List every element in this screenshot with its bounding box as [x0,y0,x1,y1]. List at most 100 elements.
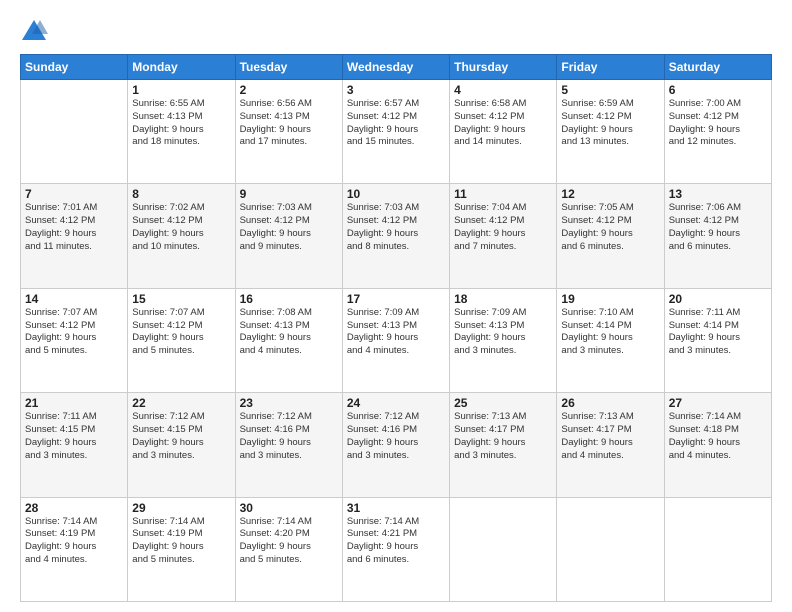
day-cell [557,497,664,601]
day-cell: 15Sunrise: 7:07 AM Sunset: 4:12 PM Dayli… [128,288,235,392]
day-cell: 25Sunrise: 7:13 AM Sunset: 4:17 PM Dayli… [450,393,557,497]
day-number: 4 [454,83,552,97]
day-info: Sunrise: 7:11 AM Sunset: 4:14 PM Dayligh… [669,307,767,358]
day-cell: 13Sunrise: 7:06 AM Sunset: 4:12 PM Dayli… [664,184,771,288]
weekday-header-friday: Friday [557,55,664,80]
day-info: Sunrise: 7:14 AM Sunset: 4:19 PM Dayligh… [25,516,123,567]
day-cell [664,497,771,601]
day-cell: 16Sunrise: 7:08 AM Sunset: 4:13 PM Dayli… [235,288,342,392]
day-info: Sunrise: 7:03 AM Sunset: 4:12 PM Dayligh… [240,202,338,253]
day-cell: 1Sunrise: 6:55 AM Sunset: 4:13 PM Daylig… [128,80,235,184]
week-row-3: 21Sunrise: 7:11 AM Sunset: 4:15 PM Dayli… [21,393,772,497]
day-number: 15 [132,292,230,306]
day-cell: 12Sunrise: 7:05 AM Sunset: 4:12 PM Dayli… [557,184,664,288]
day-info: Sunrise: 6:55 AM Sunset: 4:13 PM Dayligh… [132,98,230,149]
day-cell [21,80,128,184]
day-number: 25 [454,396,552,410]
day-number: 13 [669,187,767,201]
day-info: Sunrise: 7:06 AM Sunset: 4:12 PM Dayligh… [669,202,767,253]
day-cell: 8Sunrise: 7:02 AM Sunset: 4:12 PM Daylig… [128,184,235,288]
day-number: 21 [25,396,123,410]
day-number: 29 [132,501,230,515]
day-info: Sunrise: 7:13 AM Sunset: 4:17 PM Dayligh… [454,411,552,462]
day-number: 10 [347,187,445,201]
day-cell: 7Sunrise: 7:01 AM Sunset: 4:12 PM Daylig… [21,184,128,288]
logo [20,18,52,46]
day-cell: 5Sunrise: 6:59 AM Sunset: 4:12 PM Daylig… [557,80,664,184]
day-number: 12 [561,187,659,201]
day-number: 20 [669,292,767,306]
header [20,18,772,46]
day-number: 7 [25,187,123,201]
weekday-header-saturday: Saturday [664,55,771,80]
day-cell: 28Sunrise: 7:14 AM Sunset: 4:19 PM Dayli… [21,497,128,601]
day-cell: 19Sunrise: 7:10 AM Sunset: 4:14 PM Dayli… [557,288,664,392]
day-cell: 14Sunrise: 7:07 AM Sunset: 4:12 PM Dayli… [21,288,128,392]
day-number: 2 [240,83,338,97]
day-info: Sunrise: 7:14 AM Sunset: 4:18 PM Dayligh… [669,411,767,462]
day-info: Sunrise: 7:12 AM Sunset: 4:16 PM Dayligh… [240,411,338,462]
day-info: Sunrise: 7:07 AM Sunset: 4:12 PM Dayligh… [25,307,123,358]
day-number: 5 [561,83,659,97]
day-number: 19 [561,292,659,306]
day-cell: 17Sunrise: 7:09 AM Sunset: 4:13 PM Dayli… [342,288,449,392]
weekday-header-tuesday: Tuesday [235,55,342,80]
day-number: 16 [240,292,338,306]
day-cell: 20Sunrise: 7:11 AM Sunset: 4:14 PM Dayli… [664,288,771,392]
day-info: Sunrise: 7:13 AM Sunset: 4:17 PM Dayligh… [561,411,659,462]
day-info: Sunrise: 7:03 AM Sunset: 4:12 PM Dayligh… [347,202,445,253]
week-row-2: 14Sunrise: 7:07 AM Sunset: 4:12 PM Dayli… [21,288,772,392]
day-info: Sunrise: 7:14 AM Sunset: 4:21 PM Dayligh… [347,516,445,567]
day-cell: 21Sunrise: 7:11 AM Sunset: 4:15 PM Dayli… [21,393,128,497]
day-cell: 27Sunrise: 7:14 AM Sunset: 4:18 PM Dayli… [664,393,771,497]
day-info: Sunrise: 7:14 AM Sunset: 4:20 PM Dayligh… [240,516,338,567]
day-number: 8 [132,187,230,201]
day-cell: 26Sunrise: 7:13 AM Sunset: 4:17 PM Dayli… [557,393,664,497]
week-row-4: 28Sunrise: 7:14 AM Sunset: 4:19 PM Dayli… [21,497,772,601]
day-number: 14 [25,292,123,306]
day-number: 22 [132,396,230,410]
page: SundayMondayTuesdayWednesdayThursdayFrid… [0,0,792,612]
weekday-header-row: SundayMondayTuesdayWednesdayThursdayFrid… [21,55,772,80]
day-info: Sunrise: 6:57 AM Sunset: 4:12 PM Dayligh… [347,98,445,149]
day-info: Sunrise: 7:12 AM Sunset: 4:15 PM Dayligh… [132,411,230,462]
calendar: SundayMondayTuesdayWednesdayThursdayFrid… [20,54,772,602]
day-cell: 29Sunrise: 7:14 AM Sunset: 4:19 PM Dayli… [128,497,235,601]
logo-icon [20,18,48,46]
day-cell: 30Sunrise: 7:14 AM Sunset: 4:20 PM Dayli… [235,497,342,601]
day-info: Sunrise: 7:04 AM Sunset: 4:12 PM Dayligh… [454,202,552,253]
day-number: 9 [240,187,338,201]
weekday-header-thursday: Thursday [450,55,557,80]
day-info: Sunrise: 7:11 AM Sunset: 4:15 PM Dayligh… [25,411,123,462]
day-number: 23 [240,396,338,410]
weekday-header-monday: Monday [128,55,235,80]
day-info: Sunrise: 7:12 AM Sunset: 4:16 PM Dayligh… [347,411,445,462]
day-cell: 11Sunrise: 7:04 AM Sunset: 4:12 PM Dayli… [450,184,557,288]
day-number: 27 [669,396,767,410]
day-info: Sunrise: 6:59 AM Sunset: 4:12 PM Dayligh… [561,98,659,149]
day-number: 30 [240,501,338,515]
day-cell [450,497,557,601]
day-cell: 18Sunrise: 7:09 AM Sunset: 4:13 PM Dayli… [450,288,557,392]
day-info: Sunrise: 7:07 AM Sunset: 4:12 PM Dayligh… [132,307,230,358]
day-number: 24 [347,396,445,410]
day-cell: 22Sunrise: 7:12 AM Sunset: 4:15 PM Dayli… [128,393,235,497]
day-number: 17 [347,292,445,306]
weekday-header-sunday: Sunday [21,55,128,80]
day-number: 6 [669,83,767,97]
day-number: 31 [347,501,445,515]
day-cell: 2Sunrise: 6:56 AM Sunset: 4:13 PM Daylig… [235,80,342,184]
day-number: 26 [561,396,659,410]
day-info: Sunrise: 6:58 AM Sunset: 4:12 PM Dayligh… [454,98,552,149]
day-cell: 24Sunrise: 7:12 AM Sunset: 4:16 PM Dayli… [342,393,449,497]
day-cell: 3Sunrise: 6:57 AM Sunset: 4:12 PM Daylig… [342,80,449,184]
day-info: Sunrise: 7:01 AM Sunset: 4:12 PM Dayligh… [25,202,123,253]
day-info: Sunrise: 6:56 AM Sunset: 4:13 PM Dayligh… [240,98,338,149]
weekday-header-wednesday: Wednesday [342,55,449,80]
day-cell: 9Sunrise: 7:03 AM Sunset: 4:12 PM Daylig… [235,184,342,288]
week-row-1: 7Sunrise: 7:01 AM Sunset: 4:12 PM Daylig… [21,184,772,288]
day-number: 18 [454,292,552,306]
day-cell: 6Sunrise: 7:00 AM Sunset: 4:12 PM Daylig… [664,80,771,184]
day-cell: 23Sunrise: 7:12 AM Sunset: 4:16 PM Dayli… [235,393,342,497]
day-number: 1 [132,83,230,97]
